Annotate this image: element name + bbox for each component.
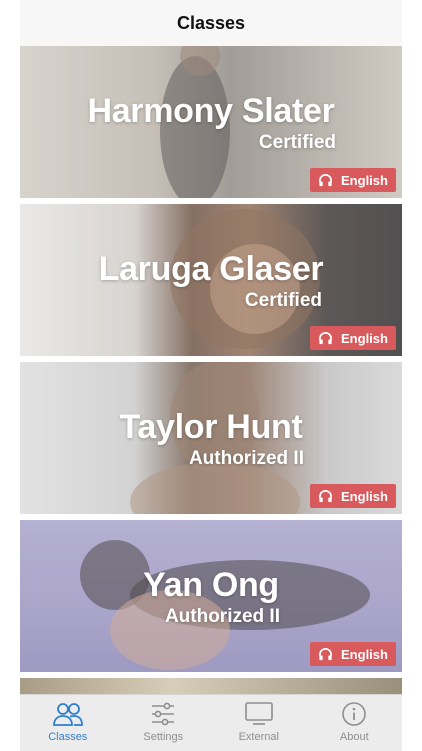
teacher-name: Harmony Slater bbox=[87, 92, 335, 130]
teacher-card-yan-ong[interactable]: Yan Ong Authorized II English bbox=[20, 520, 402, 672]
tab-label: About bbox=[339, 731, 369, 743]
teacher-level: Authorized II bbox=[164, 606, 280, 627]
teacher-name: Taylor Hunt bbox=[119, 408, 303, 446]
tab-settings[interactable]: Settings bbox=[116, 695, 212, 751]
language-label: English bbox=[341, 172, 388, 188]
teacher-level: Certified bbox=[258, 132, 336, 153]
tab-label: Settings bbox=[143, 731, 184, 743]
teacher-name: Laruga Glaser bbox=[98, 250, 324, 288]
tab-classes[interactable]: Classes bbox=[20, 695, 116, 751]
language-badge[interactable]: English bbox=[310, 484, 396, 508]
tab-about[interactable]: About bbox=[307, 695, 403, 751]
headphones-icon bbox=[319, 489, 332, 502]
people-icon bbox=[52, 703, 83, 726]
language-label: English bbox=[341, 330, 388, 346]
tab-bar: Classes Settings External About bbox=[20, 694, 402, 751]
info-icon bbox=[342, 702, 367, 726]
headphones-icon bbox=[319, 331, 332, 344]
teacher-card-harmony-slater[interactable]: Harmony Slater Certified English bbox=[20, 46, 402, 198]
language-label: English bbox=[341, 488, 388, 504]
teacher-card-taylor-hunt[interactable]: Taylor Hunt Authorized II English bbox=[20, 362, 402, 514]
language-label: English bbox=[341, 646, 388, 662]
teacher-level: Certified bbox=[244, 290, 322, 311]
tab-label: External bbox=[238, 731, 279, 743]
headphones-icon bbox=[319, 647, 332, 660]
teacher-level: Authorized II bbox=[188, 448, 304, 469]
headphones-icon bbox=[319, 173, 332, 186]
teacher-list[interactable]: Harmony Slater Certified English Laruga … bbox=[20, 46, 402, 678]
monitor-icon bbox=[244, 702, 273, 725]
tab-label: Classes bbox=[48, 731, 88, 743]
navigation-bar: Classes bbox=[20, 0, 402, 46]
next-teacher-card-partial[interactable] bbox=[20, 678, 402, 694]
page-title: Classes bbox=[176, 12, 246, 33]
teacher-card-laruga-glaser[interactable]: Laruga Glaser Certified English bbox=[20, 204, 402, 356]
tab-external[interactable]: External bbox=[211, 695, 307, 751]
language-badge[interactable]: English bbox=[310, 326, 396, 350]
language-badge[interactable]: English bbox=[310, 642, 396, 666]
sliders-icon bbox=[152, 702, 175, 726]
language-badge[interactable]: English bbox=[310, 168, 396, 192]
teacher-name: Yan Ong bbox=[143, 566, 279, 604]
